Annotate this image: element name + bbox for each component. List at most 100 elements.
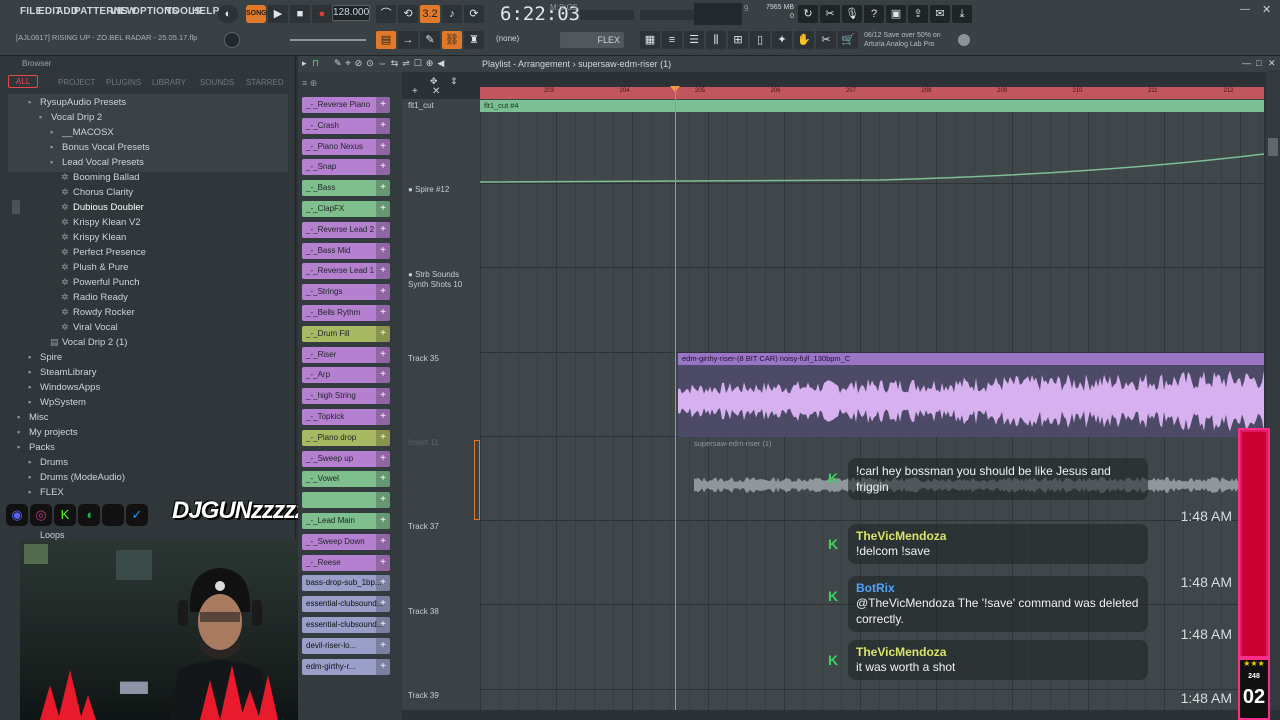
channel-select-icon[interactable]: + xyxy=(376,263,390,280)
playlist-tools-icon[interactable]: ✎⌖⊘⊙⇔⇆⇌☐⊕◀ xyxy=(334,58,448,69)
browser-tab-all[interactable]: ALL xyxy=(8,75,39,88)
channel-select-icon[interactable]: + xyxy=(376,388,390,405)
spotify-icon[interactable]: ◖ xyxy=(78,504,100,526)
chat-username[interactable]: TheVicMendoza xyxy=(856,529,1140,543)
metronome-icon[interactable]: ⌒ xyxy=(376,5,396,23)
selection-marker[interactable] xyxy=(474,440,480,520)
browser-tab-plugins[interactable]: PLUGINS xyxy=(106,78,141,87)
channel-button[interactable]: _-_Reverse Lead 2 + xyxy=(302,221,390,238)
plugin-db-icon[interactable]: ✦ xyxy=(772,31,792,49)
tree-item[interactable]: ▪ RysupAudio Presets xyxy=(28,95,126,109)
export-icon[interactable]: ⇪ xyxy=(908,5,928,23)
channel-select-icon[interactable]: + xyxy=(376,346,390,363)
tools-icon[interactable]: ✂ xyxy=(820,5,840,23)
close-window-icon[interactable]: ✕ xyxy=(1262,3,1271,16)
track-label[interactable]: Synth Shots 10 xyxy=(408,280,462,289)
track-label[interactable]: Track 35 xyxy=(408,354,439,363)
channel-button[interactable]: _-_Vowel + xyxy=(302,471,390,488)
magnet-icon[interactable]: ⊓ xyxy=(312,58,319,69)
tiktok-icon[interactable]: ♪ xyxy=(102,504,124,526)
channel-select-icon[interactable]: + xyxy=(376,533,390,550)
browser-collapse-handle[interactable] xyxy=(12,200,20,214)
channel-rack-menu-icon[interactable]: ≡ ⊕ xyxy=(302,78,317,89)
channel-select-icon[interactable]: + xyxy=(376,492,390,509)
playlist-close-icon[interactable]: ✕ xyxy=(1268,58,1276,69)
channel-select-icon[interactable]: + xyxy=(376,658,390,675)
playlist-view-icon[interactable]: ▤ xyxy=(376,31,396,49)
countdown-icon[interactable]: 3.2 xyxy=(420,5,440,23)
plugin-search-box[interactable]: FLEX xyxy=(560,32,624,48)
audio-clip[interactable] xyxy=(678,365,1264,437)
channel-button[interactable]: devil-riser-lo... + xyxy=(302,637,390,654)
channel-button[interactable]: _-_Reese + xyxy=(302,554,390,571)
news-ticker[interactable]: 06/12 Save over 50% on Arturia Analog La… xyxy=(864,31,964,49)
track-label[interactable]: Track 37 xyxy=(408,522,439,531)
pat-song-knob-icon[interactable]: ◐ xyxy=(218,5,238,23)
channel-select-icon[interactable]: + xyxy=(376,180,390,197)
tree-item[interactable]: ✲ Krispy Klean xyxy=(61,230,126,244)
browser-icon[interactable]: ▯ xyxy=(750,31,770,49)
channel-select-icon[interactable]: + xyxy=(376,575,390,592)
wait-for-input-icon[interactable]: ⟲ xyxy=(398,5,418,23)
tree-item[interactable]: ▪ __MACOSX xyxy=(50,125,114,139)
track-label[interactable]: flt1_cut xyxy=(408,101,434,110)
tree-item[interactable]: ▪ Drums xyxy=(28,455,68,469)
touch-controller-icon[interactable]: ✋ xyxy=(794,31,814,49)
channel-select-icon[interactable]: + xyxy=(376,159,390,176)
tree-item[interactable]: ✲ Radio Ready xyxy=(61,290,128,304)
channel-select-icon[interactable]: + xyxy=(376,429,390,446)
channel-button[interactable]: _-_Topkick + xyxy=(302,409,390,425)
channel-button[interactable]: _-_Piano Nexus + xyxy=(302,138,390,155)
channel-button[interactable]: bass-drop-sub_1bp... + xyxy=(302,575,390,592)
main-volume-knob[interactable] xyxy=(224,32,240,48)
browser-tab-starred[interactable]: STARRED xyxy=(246,78,284,87)
channel-button[interactable]: _-_Crash + xyxy=(302,117,390,134)
channel-button[interactable]: _-_Strings + xyxy=(302,284,390,301)
remove-track-icon[interactable]: ✕ xyxy=(432,86,440,97)
add-track-icon[interactable]: + xyxy=(412,86,418,97)
channel-button[interactable]: _-_Piano drop + xyxy=(302,429,390,446)
track-label[interactable]: Track 39 xyxy=(408,691,439,700)
channel-button[interactable]: _-_high String + xyxy=(302,388,390,405)
online-icon[interactable] xyxy=(958,34,970,46)
playlist-maximize-icon[interactable]: □ xyxy=(1256,58,1261,68)
channel-select-icon[interactable]: + xyxy=(376,242,390,259)
tree-item[interactable]: ▪ Drums (ModeAudio) xyxy=(28,470,125,484)
channel-select-icon[interactable]: + xyxy=(376,305,390,321)
channel-select-icon[interactable]: + xyxy=(376,284,390,301)
playlist-icon[interactable]: ▦ xyxy=(640,31,660,49)
channel-select-icon[interactable]: + xyxy=(376,201,390,217)
channel-select-icon[interactable]: + xyxy=(376,471,390,488)
twitter-icon[interactable]: ✓ xyxy=(126,504,148,526)
chat-username[interactable]: TheVicMendoza xyxy=(856,645,1140,659)
track-label[interactable]: Insert 11 xyxy=(408,438,439,447)
scissors-icon[interactable]: ✂ xyxy=(816,31,836,49)
channel-select-icon[interactable]: + xyxy=(376,138,390,155)
browser-tab-project[interactable]: PROJECT xyxy=(58,78,95,87)
menu-help[interactable]: HELP xyxy=(192,6,219,17)
channel-button[interactable]: _-_Bells Rythm + xyxy=(302,305,390,321)
channel-select-icon[interactable]: + xyxy=(376,97,390,113)
channel-rack-icon[interactable]: ☰ xyxy=(684,31,704,49)
channel-button[interactable]: + xyxy=(302,492,390,509)
tree-item[interactable]: ▪ Vocal Drip 2 xyxy=(39,110,102,124)
tree-item[interactable]: ▪ Packs xyxy=(17,440,55,454)
channel-select-icon[interactable]: + xyxy=(376,409,390,425)
tree-item[interactable]: ▪ Misc xyxy=(17,410,49,424)
scrollbar-thumb[interactable] xyxy=(1268,138,1278,156)
cart-icon[interactable]: 🛒 xyxy=(838,31,858,49)
snap-selector[interactable]: (none) xyxy=(496,34,542,43)
mixer-icon[interactable]: ⫼ xyxy=(706,31,726,49)
channel-button[interactable]: _-_Reverse Lead 1 + xyxy=(302,263,390,280)
tree-item[interactable]: ✲ Chorus Clarity xyxy=(61,185,133,199)
loop-record-icon[interactable]: ⟳ xyxy=(464,5,484,23)
minimize-window-icon[interactable]: — xyxy=(1240,4,1250,15)
browser-tab-sounds[interactable]: SOUNDS xyxy=(200,78,234,87)
tree-item[interactable]: ✲ Perfect Presence xyxy=(61,245,146,259)
automation-clip[interactable] xyxy=(480,100,1264,112)
channel-button[interactable]: _-_Reverse Piano + xyxy=(302,97,390,113)
channel-button[interactable]: _-_Sweep Down + xyxy=(302,533,390,550)
channel-select-icon[interactable]: + xyxy=(376,554,390,571)
tree-item[interactable]: ▪ My projects xyxy=(17,425,78,439)
tree-item[interactable]: ▤ Vocal Drip 2 (1) xyxy=(50,335,127,349)
